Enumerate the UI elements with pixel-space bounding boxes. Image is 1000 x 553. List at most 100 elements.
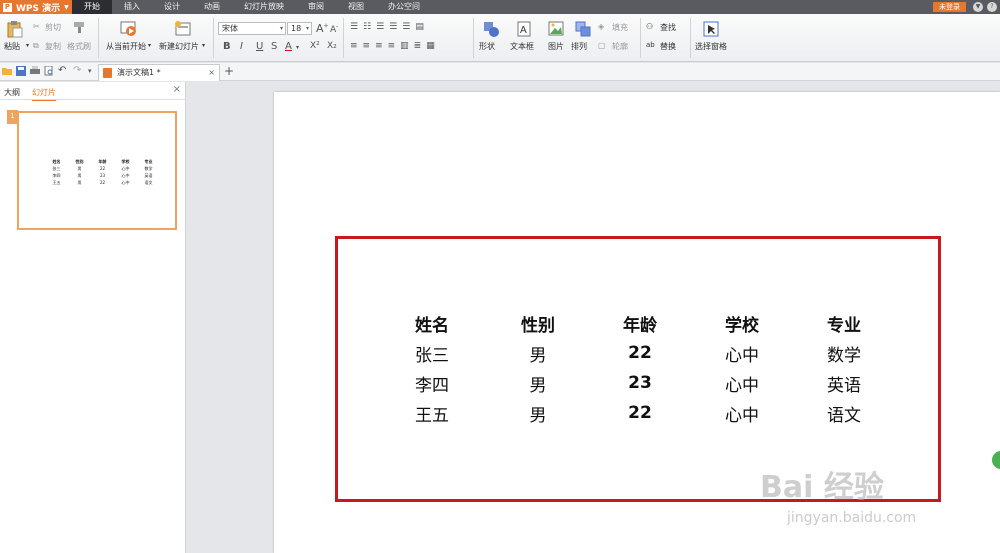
redo-icon[interactable]: ↷ <box>73 66 83 76</box>
font-size-select[interactable]: 18 ▾ <box>287 22 312 35</box>
thumbnail-cell: 数学 <box>144 166 153 171</box>
replace-button[interactable]: 替换 <box>660 41 676 52</box>
replace-icon[interactable]: ab <box>646 41 655 49</box>
table-cell[interactable]: 张三 <box>385 341 487 366</box>
new-slide-icon[interactable] <box>174 20 192 38</box>
table-cell[interactable]: 心中 <box>691 371 793 396</box>
italic-icon[interactable]: I <box>240 41 243 52</box>
thumbnail-cell: 22 <box>99 180 106 185</box>
table-header-cell[interactable]: 年龄 <box>589 311 691 336</box>
font-name-select[interactable]: 宋体 ▾ <box>218 22 286 35</box>
font-color-icon[interactable]: A <box>285 41 292 52</box>
table-header-cell[interactable]: 专业 <box>793 311 895 336</box>
table-cell[interactable]: 男 <box>487 371 589 396</box>
bold-icon[interactable]: B <box>223 41 231 52</box>
grow-font-icon[interactable]: A+ <box>316 22 329 35</box>
play-from-current-icon[interactable] <box>120 20 138 38</box>
undo-icon[interactable]: ↶ <box>58 66 68 76</box>
table-cell[interactable]: 23 <box>589 373 691 393</box>
slide-thumbnail[interactable]: 姓名 性别 年龄 学校 专业 张三 男 22 心中 数学 李四 男 23 心中 … <box>17 111 177 230</box>
binoculars-icon[interactable]: ⚇ <box>646 22 653 31</box>
tab-slideshow[interactable]: 幻灯片放映 <box>232 0 296 14</box>
copy-button[interactable]: 复制 <box>45 41 61 52</box>
shapes-icon[interactable] <box>483 21 499 37</box>
table-cell[interactable]: 22 <box>589 343 691 363</box>
align-icons[interactable]: ≡≡≡≡▥≣▦ <box>350 41 440 51</box>
tab-view[interactable]: 视图 <box>336 0 376 14</box>
table-cell[interactable]: 男 <box>487 401 589 426</box>
thumbnail-cell: 语文 <box>144 180 153 185</box>
divider <box>213 18 214 58</box>
app-menu-button[interactable]: P WPS 演示 ▼ <box>0 0 72 14</box>
close-icon[interactable]: × <box>173 84 181 95</box>
shape-button[interactable]: 形状 <box>479 41 495 52</box>
arrange-icon[interactable] <box>575 21 591 37</box>
arrange-button[interactable]: 排列 <box>571 41 587 52</box>
list-icons[interactable]: ☰☷☰☰☰▤ <box>350 22 429 32</box>
chevron-down-icon[interactable]: ▾ <box>148 42 151 49</box>
print-icon[interactable] <box>30 66 40 76</box>
shrink-font-icon[interactable]: A- <box>330 23 338 35</box>
table-cell[interactable]: 数学 <box>793 341 895 366</box>
print-preview-icon[interactable] <box>44 66 54 76</box>
help-icon[interactable]: ? <box>987 2 997 12</box>
divider <box>343 18 344 58</box>
tab-outline[interactable]: 大纲 <box>4 87 20 98</box>
slide-table[interactable]: 姓名 性别 年龄 学校 专业 张三 男 22 心中 数学 李四 男 23 心中 … <box>385 308 895 428</box>
superscript-icon[interactable]: X² <box>310 41 320 51</box>
login-button[interactable]: 未登录 <box>933 2 966 12</box>
tab-home[interactable]: 开始 <box>72 0 112 14</box>
selection-pane-button[interactable]: 选择窗格 <box>695 41 727 52</box>
dropdown-icon[interactable]: ▼ <box>973 2 983 12</box>
brush-icon[interactable] <box>72 20 86 34</box>
textbox-icon[interactable]: A <box>517 21 531 37</box>
cut-button[interactable]: 剪切 <box>45 22 61 33</box>
new-slide-button[interactable]: 新建幻灯片 <box>159 41 199 52</box>
chevron-down-icon[interactable]: ▾ <box>202 42 205 49</box>
fill-icon[interactable]: ◈ <box>598 22 604 31</box>
tab-review[interactable]: 审阅 <box>296 0 336 14</box>
table-cell[interactable]: 语文 <box>793 401 895 426</box>
customize-dropdown-icon[interactable]: ▾ <box>88 66 98 76</box>
new-tab-button[interactable]: + <box>224 64 234 78</box>
from-current-button[interactable]: 从当前开始 <box>106 41 146 52</box>
tab-document[interactable]: 演示文稿1 * × <box>98 64 220 81</box>
subscript-icon[interactable]: X₂ <box>327 41 337 51</box>
table-cell[interactable]: 心中 <box>691 341 793 366</box>
close-icon[interactable]: × <box>208 65 215 80</box>
fill-button[interactable]: 填充 <box>612 22 628 33</box>
table-cell[interactable]: 王五 <box>385 401 487 426</box>
scissors-icon[interactable]: ✂ <box>33 22 40 31</box>
tab-office-space[interactable]: 办公空间 <box>376 0 432 14</box>
chevron-down-icon[interactable]: ▾ <box>26 42 29 49</box>
table-cell[interactable]: 英语 <box>793 371 895 396</box>
chevron-down-icon: ▾ <box>305 25 309 32</box>
picture-button[interactable]: 图片 <box>548 41 564 52</box>
table-header-cell[interactable]: 学校 <box>691 311 793 336</box>
table-cell[interactable]: 22 <box>589 403 691 423</box>
table-cell[interactable]: 李四 <box>385 371 487 396</box>
textbox-button[interactable]: 文本框 <box>510 41 534 52</box>
selection-pane-icon[interactable] <box>703 21 719 37</box>
paste-icon[interactable] <box>7 20 23 38</box>
table-cell[interactable]: 心中 <box>691 401 793 426</box>
text-shadow-icon[interactable]: S <box>271 41 277 52</box>
table-header-cell[interactable]: 性别 <box>487 311 589 336</box>
find-button[interactable]: 查找 <box>660 22 676 33</box>
format-painter-button[interactable]: 格式刷 <box>67 41 91 52</box>
copy-icon[interactable]: ⧉ <box>33 41 39 51</box>
outline-button[interactable]: 轮廓 <box>612 41 628 52</box>
tab-insert[interactable]: 插入 <box>112 0 152 14</box>
table-header-cell[interactable]: 姓名 <box>385 311 487 336</box>
underline-icon[interactable]: U <box>256 41 263 52</box>
paste-button[interactable]: 粘贴 <box>4 41 20 52</box>
picture-icon[interactable] <box>548 21 564 37</box>
save-icon[interactable] <box>16 66 26 76</box>
tab-animation[interactable]: 动画 <box>192 0 232 14</box>
tab-slides[interactable]: 幻灯片 <box>32 87 56 101</box>
open-folder-icon[interactable] <box>2 66 12 76</box>
chevron-down-icon[interactable]: ▾ <box>296 44 299 51</box>
tab-design[interactable]: 设计 <box>152 0 192 14</box>
outline-icon[interactable]: ▢ <box>598 41 606 50</box>
table-cell[interactable]: 男 <box>487 341 589 366</box>
